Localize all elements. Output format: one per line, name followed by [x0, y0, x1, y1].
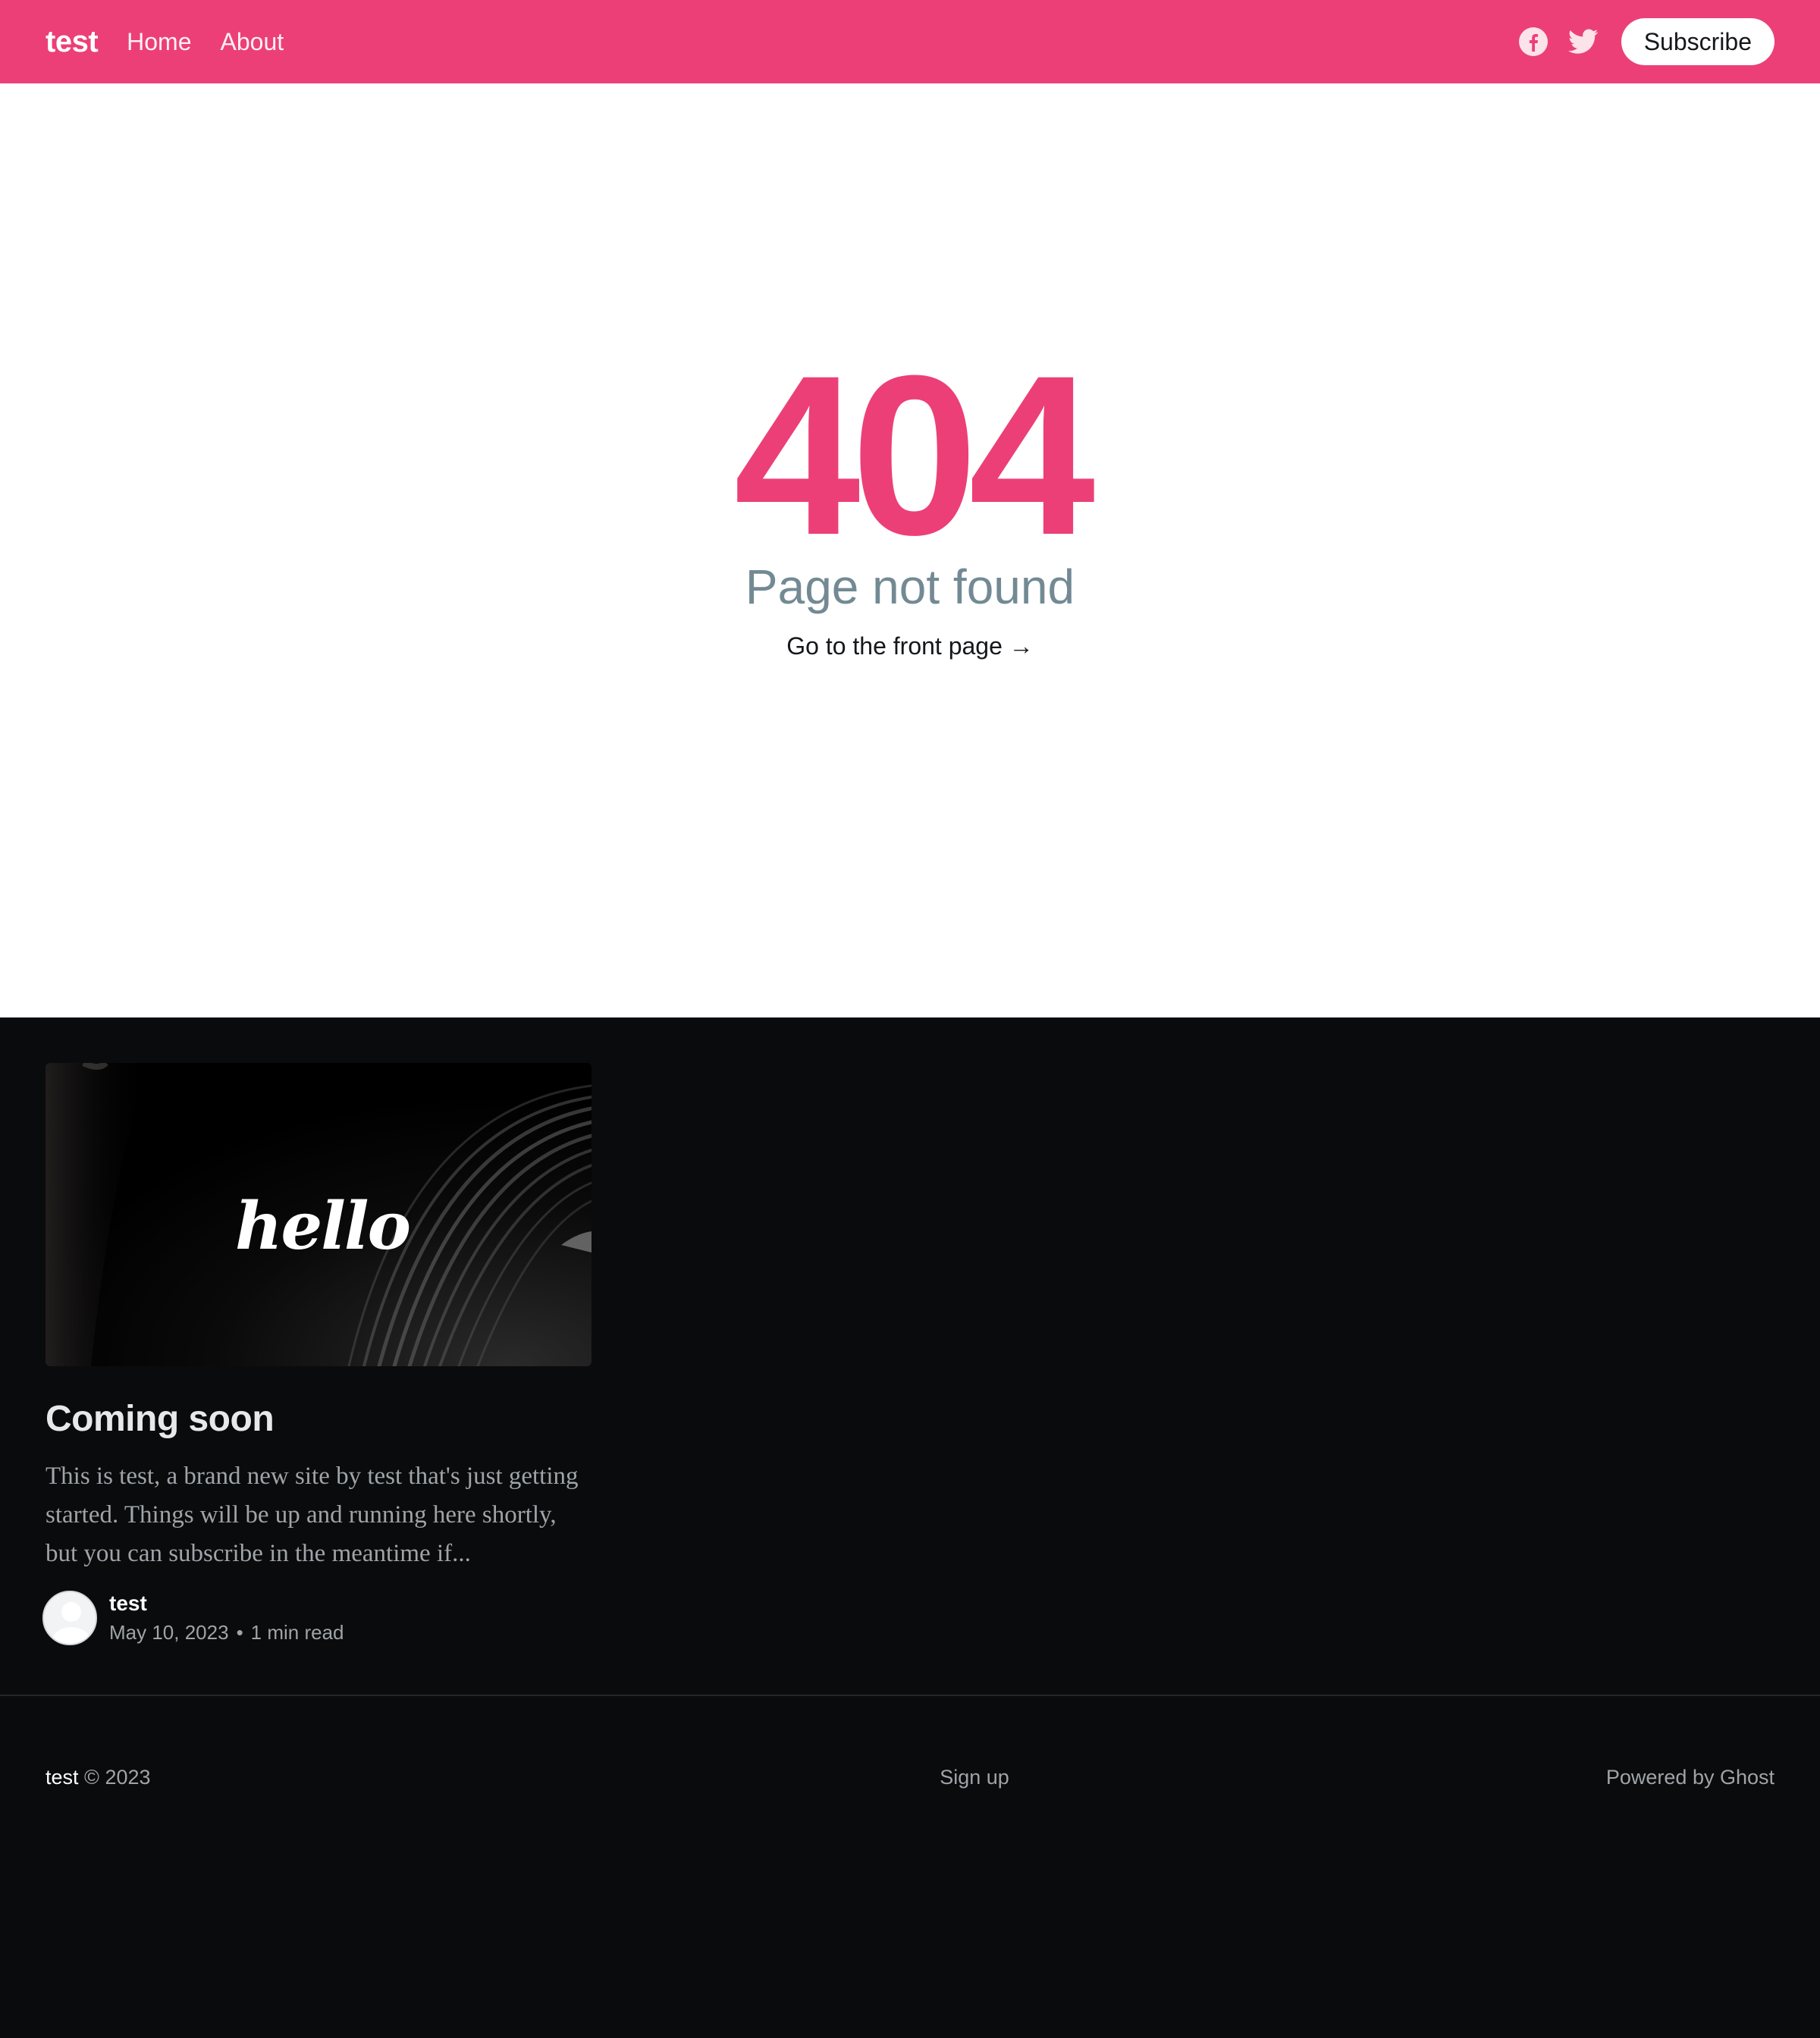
author-avatar[interactable] [42, 1591, 97, 1645]
read-time: 1 min read [250, 1621, 344, 1644]
subscribe-button[interactable]: Subscribe [1621, 18, 1774, 65]
facebook-icon[interactable] [1517, 25, 1550, 58]
meta-separator: • [236, 1621, 243, 1644]
site-logo[interactable]: test [46, 25, 99, 59]
post-meta-text: test May 10, 2023 • 1 min read [109, 1590, 344, 1646]
post-date-line: May 10, 2023 • 1 min read [109, 1619, 344, 1646]
error-description: Page not found [745, 560, 1075, 614]
post-excerpt[interactable]: This is test, a brand new site by test t… [46, 1457, 592, 1573]
site-header: test Home About Subscribe [0, 0, 1820, 83]
twitter-icon[interactable] [1567, 25, 1600, 58]
footer-nav: Sign up [0, 1759, 1820, 1795]
error-section: 404 Page not found Go to the front page … [0, 83, 1820, 1017]
post-title[interactable]: Coming soon [46, 1397, 592, 1442]
post-date: May 10, 2023 [109, 1621, 229, 1644]
error-code: 404 [733, 328, 1096, 582]
site-footer: test © 2023 Sign up Powered by Ghost [0, 1759, 1820, 1795]
nav-about[interactable]: About [221, 28, 284, 56]
post-feature-image[interactable]: hello [46, 1063, 592, 1366]
post-card[interactable]: hello Coming soon This is test, a brand … [42, 1063, 592, 1646]
post-image-text: hello [235, 1187, 411, 1265]
author-name[interactable]: test [109, 1590, 344, 1617]
front-page-link[interactable]: Go to the front page → [0, 629, 1820, 663]
footer-divider [0, 1695, 1820, 1696]
header-actions: Subscribe [1517, 18, 1774, 65]
post-meta: test May 10, 2023 • 1 min read [42, 1590, 592, 1646]
footer-signup-link[interactable]: Sign up [940, 1766, 1009, 1789]
nav-home[interactable]: Home [127, 28, 191, 56]
